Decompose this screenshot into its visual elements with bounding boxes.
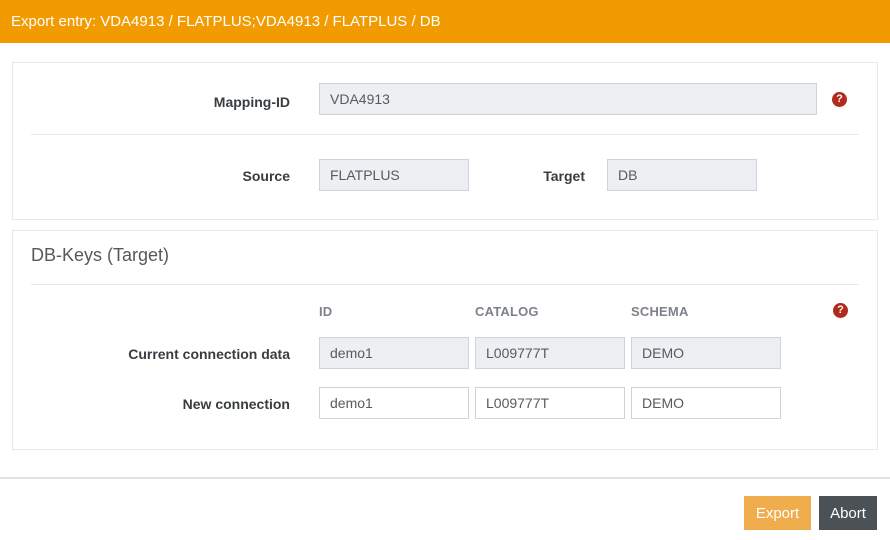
db-keys-panel: DB-Keys (Target) ID CATALOG SCHEMA ? Cur… [12,230,878,450]
current-connection-label: Current connection data [128,346,290,362]
question-circle-icon[interactable]: ? [833,303,848,318]
footer-divider [0,477,890,479]
new-connection-catalog-input[interactable] [475,387,625,419]
column-header-catalog: CATALOG [475,304,539,319]
dialog-header: Export entry: VDA4913 / FLATPLUS;VDA4913… [0,0,890,43]
export-dialog: Export entry: VDA4913 / FLATPLUS;VDA4913… [0,0,890,540]
column-header-schema: SCHEMA [631,304,689,319]
mapping-panel: Mapping-ID ? Source Target [12,62,878,220]
new-connection-label: New connection [182,396,290,412]
source-label: Source [242,168,290,184]
target-input [607,159,757,191]
source-input [319,159,469,191]
question-circle-icon[interactable]: ? [832,92,847,107]
current-connection-id-input [319,337,469,369]
current-connection-schema-input [631,337,781,369]
current-connection-catalog-input [475,337,625,369]
dialog-title: Export entry: VDA4913 / FLATPLUS;VDA4913… [11,13,441,30]
column-header-id: ID [319,304,333,319]
section-divider [31,284,859,285]
mapping-id-input [319,83,817,115]
mapping-id-label: Mapping-ID [213,94,290,110]
target-label: Target [543,168,585,184]
new-connection-id-input[interactable] [319,387,469,419]
new-connection-schema-input[interactable] [631,387,781,419]
db-keys-heading: DB-Keys (Target) [31,245,170,265]
form-divider [31,134,859,135]
abort-button[interactable]: Abort [819,496,877,530]
export-button[interactable]: Export [744,496,811,530]
